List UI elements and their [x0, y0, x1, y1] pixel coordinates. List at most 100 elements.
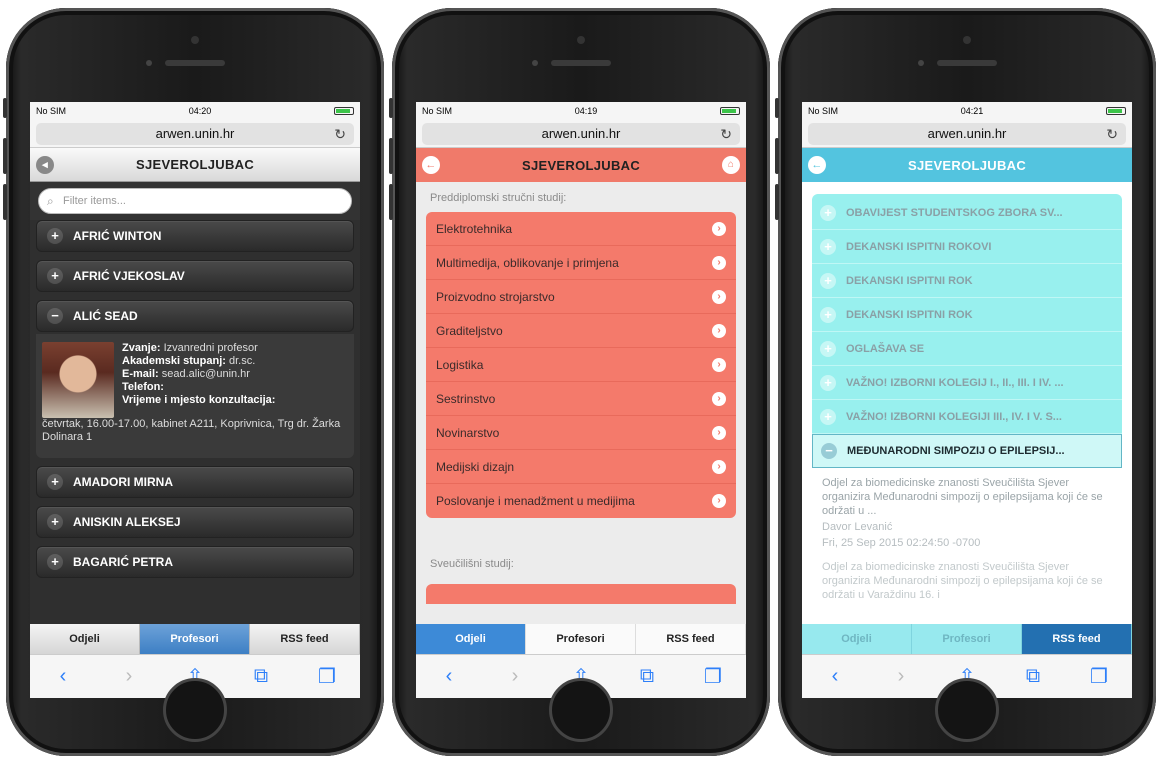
department-label: Novinarstvo	[436, 425, 500, 440]
section-label-university: Sveučilišni studij:	[430, 558, 514, 570]
front-camera	[963, 36, 971, 44]
feed-item[interactable]: + VAŽNO! IZBORNI KOLEGIJ I., II., III. I …	[812, 366, 1122, 400]
professor-item[interactable]: + AMADORI MIRNA	[36, 466, 354, 498]
back-arrow-icon[interactable]: ◂	[36, 156, 54, 174]
tabs-icon[interactable]: ❐	[1084, 664, 1114, 689]
volume-up-button	[775, 138, 779, 174]
home-button[interactable]	[163, 678, 227, 742]
home-button[interactable]	[935, 678, 999, 742]
url-text: arwen.unin.hr	[541, 126, 621, 141]
department-item[interactable]: Poslovanje i menadžment u medijima ›	[426, 484, 736, 518]
forward-icon[interactable]: ›	[114, 665, 144, 688]
back-icon[interactable]: ‹	[820, 665, 850, 688]
address-bar[interactable]: arwen.unin.hr ↻	[416, 120, 746, 148]
professor-name: AMADORI MIRNA	[73, 475, 173, 489]
tabs-icon[interactable]: ❐	[312, 664, 342, 689]
forward-icon[interactable]: ›	[500, 665, 530, 688]
address-bar[interactable]: arwen.unin.hr ↻	[30, 120, 360, 148]
tab-rss-feed[interactable]: RSS feed	[1022, 624, 1132, 654]
department-item[interactable]: Elektrotehnika ›	[426, 212, 736, 246]
app-title: SJEVEROLJUBAC	[907, 157, 1027, 173]
department-item[interactable]: Novinarstvo ›	[426, 416, 736, 450]
reload-icon[interactable]: ↻	[1106, 123, 1118, 145]
department-item[interactable]: Sestrinstvo ›	[426, 382, 736, 416]
plus-icon: +	[820, 306, 836, 323]
home-icon[interactable]: ⌂	[722, 156, 740, 174]
feed-item[interactable]: + DEKANSKI ISPITNI ROKOVI	[812, 230, 1122, 264]
url-field[interactable]: arwen.unin.hr ↻	[36, 123, 354, 145]
tab-profesori[interactable]: Profesori	[140, 624, 250, 654]
plus-icon: +	[820, 340, 836, 357]
book-icon[interactable]: ⧉	[1018, 665, 1048, 688]
professor-item[interactable]: + BAGARIĆ PETRA	[36, 546, 354, 578]
url-field[interactable]: arwen.unin.hr ↻	[808, 123, 1126, 145]
tab-rss-feed[interactable]: RSS feed	[250, 624, 360, 654]
feed-item-summary: Odjel za biomedicinske znanosti Sveučili…	[822, 477, 1103, 517]
earpiece-speaker	[165, 60, 225, 66]
professor-name: AFRIĆ WINTON	[73, 229, 162, 243]
feed-item[interactable]: + DEKANSKI ISPITNI ROK	[812, 298, 1122, 332]
app-header: ← SJEVEROLJUBAC ⌂	[416, 148, 746, 182]
back-arrow-icon[interactable]: ←	[808, 156, 826, 174]
app-title: SJEVEROLJUBAC	[521, 157, 641, 173]
phone-rss-feed: No SIM 04:21 arwen.unin.hr ↻ ← SJEVEROLJ…	[775, 8, 1156, 756]
tab-odjeli[interactable]: Odjeli	[802, 624, 912, 654]
plus-icon: +	[47, 554, 63, 570]
battery-icon	[333, 107, 354, 115]
forward-icon[interactable]: ›	[886, 665, 916, 688]
department-item[interactable]: Logistika ›	[426, 348, 736, 382]
professor-item[interactable]: + AFRIĆ VJEKOSLAV	[36, 260, 354, 292]
tab-profesori[interactable]: Profesori	[912, 624, 1022, 654]
tab-profesori[interactable]: Profesori	[526, 624, 636, 654]
department-label: Elektrotehnika	[436, 221, 513, 236]
professor-item[interactable]: + ANISKIN ALEKSEJ	[36, 506, 354, 538]
tabs-icon[interactable]: ❐	[698, 664, 728, 689]
home-button[interactable]	[549, 678, 613, 742]
search-icon: ⌕	[47, 194, 54, 208]
book-icon[interactable]: ⧉	[632, 665, 662, 688]
plus-icon: +	[820, 408, 836, 425]
feed-item-expanded[interactable]: − MEĐUNARODNI SIMPOZIJ O EPILEPSIJ...	[812, 434, 1122, 468]
back-icon[interactable]: ‹	[434, 665, 464, 688]
filter-input[interactable]: ⌕ Filter items...	[38, 188, 352, 214]
mute-switch	[3, 98, 7, 118]
professor-name: BAGARIĆ PETRA	[73, 555, 174, 569]
department-item[interactable]: Multimedija, oblikovanje i primjena ›	[426, 246, 736, 280]
tab-odjeli[interactable]: Odjeli	[416, 624, 526, 654]
book-icon[interactable]: ⧉	[246, 665, 276, 688]
earpiece-speaker	[551, 60, 611, 66]
feed-item[interactable]: + OGLAŠAVA SE	[812, 332, 1122, 366]
volume-down-button	[389, 184, 393, 220]
department-item[interactable]: Medijski dizajn ›	[426, 450, 736, 484]
email-value[interactable]: sead.alic@unin.hr	[162, 368, 250, 380]
tab-rss-feed[interactable]: RSS feed	[636, 624, 746, 654]
mute-switch	[775, 98, 779, 118]
back-arrow-icon[interactable]: ←	[422, 156, 440, 174]
feed-item-title: OGLAŠAVA SE	[846, 342, 925, 355]
address-bar[interactable]: arwen.unin.hr ↻	[802, 120, 1132, 148]
professor-item[interactable]: + AFRIĆ WINTON	[36, 220, 354, 252]
reload-icon[interactable]: ↻	[720, 123, 732, 145]
app-header: ← SJEVEROLJUBAC	[802, 148, 1132, 182]
feed-item-title: DEKANSKI ISPITNI ROK	[846, 308, 973, 321]
rss-feed-list: + OBAVIJEST STUDENTSKOG ZBORA SV... + DEKA…	[812, 194, 1122, 610]
volume-down-button	[775, 184, 779, 220]
department-list-university	[426, 584, 736, 604]
tab-odjeli[interactable]: Odjeli	[30, 624, 140, 654]
department-label: Proizvodno strojarstvo	[436, 289, 555, 304]
feed-item-title: VAŽNO! IZBORNI KOLEGIJI III., IV. I V. S…	[846, 410, 1062, 423]
feed-item[interactable]: + OBAVIJEST STUDENTSKOG ZBORA SV...	[812, 196, 1122, 230]
department-item[interactable]: Graditeljstvo ›	[426, 314, 736, 348]
department-item[interactable]: Proizvodno strojarstvo ›	[426, 280, 736, 314]
professor-item-expanded[interactable]: − ALIĆ SEAD	[36, 300, 354, 332]
volume-up-button	[3, 138, 7, 174]
plus-icon: +	[820, 204, 836, 221]
professor-name: ANISKIN ALEKSEJ	[73, 515, 181, 529]
clock: 04:21	[960, 106, 984, 116]
reload-icon[interactable]: ↻	[334, 123, 346, 145]
back-icon[interactable]: ‹	[48, 665, 78, 688]
feed-item[interactable]: + VAŽNO! IZBORNI KOLEGIJI III., IV. I V. …	[812, 400, 1122, 434]
feed-item[interactable]: + DEKANSKI ISPITNI ROK	[812, 264, 1122, 298]
url-field[interactable]: arwen.unin.hr ↻	[422, 123, 740, 145]
mute-switch	[389, 98, 393, 118]
